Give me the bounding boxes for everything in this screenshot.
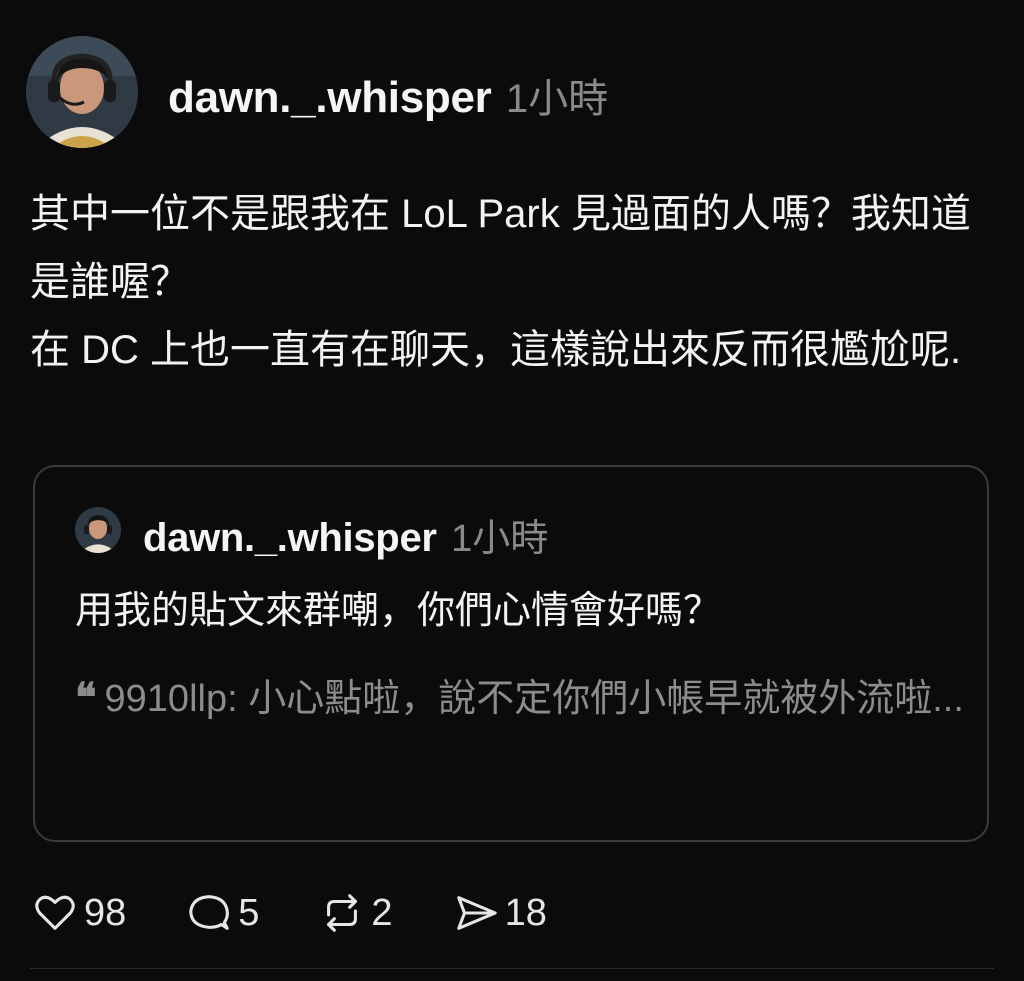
quoted-post-header: dawn._.whisper 1小時 (143, 507, 548, 562)
post-body: 其中一位不是跟我在 LoL Park 見過面的人嗎？我知道是誰喔？ 在 DC 上… (30, 180, 980, 384)
repost-icon (327, 894, 358, 932)
like-button[interactable]: 98 (32, 890, 126, 936)
post-header: dawn._.whisper 1小時 (168, 66, 608, 124)
repost-button[interactable]: 2 (319, 890, 393, 936)
post-time: 1小時 (505, 77, 609, 121)
action-bar: 98 5 2 18 (32, 888, 607, 938)
share-button[interactable]: 18 (453, 890, 547, 936)
post-body-line: 在 DC 上也一直有在聊天，這樣說出來反而很尷尬呢. (30, 328, 962, 372)
avatar-image (26, 36, 138, 148)
send-icon (456, 896, 497, 930)
comment-icon (189, 895, 230, 930)
quoted-avatar-image (75, 507, 121, 553)
quote-mark-icon: ❝ (75, 674, 97, 721)
divider (30, 968, 994, 969)
thread-post: dawn._.whisper 1小時 其中一位不是跟我在 LoL Park 見過… (0, 0, 1024, 981)
reply-button[interactable]: 5 (186, 890, 259, 936)
share-count: 18 (504, 891, 547, 934)
quoted-post-card[interactable]: dawn._.whisper 1小時 用我的貼文來群嘲，你們心情會好嗎？ ❝ 99… (33, 465, 989, 842)
heart-icon (35, 895, 75, 930)
username-link[interactable]: dawn._.whisper (168, 73, 492, 122)
quoted-avatar[interactable] (75, 507, 121, 553)
quoted-post-text: 用我的貼文來群嘲，你們心情會好嗎？ (75, 590, 722, 632)
repost-count: 2 (371, 891, 393, 934)
quoted-post-time: 1小時 (451, 518, 549, 560)
like-count: 98 (84, 891, 127, 934)
post-body-line: 其中一位不是跟我在 LoL Park 見過面的人嗎？我知道是誰喔？ (30, 192, 971, 304)
avatar[interactable] (26, 36, 138, 148)
quoted-username-link[interactable]: dawn._.whisper (143, 516, 437, 560)
reply-count: 5 (238, 891, 260, 934)
nested-quote-text: 9910llp: 小心點啦，說不定你們小帳早就被外流啦... (104, 678, 964, 720)
nested-quote: ❝ 9910llp: 小心點啦，說不定你們小帳早就被外流啦... (75, 667, 965, 730)
